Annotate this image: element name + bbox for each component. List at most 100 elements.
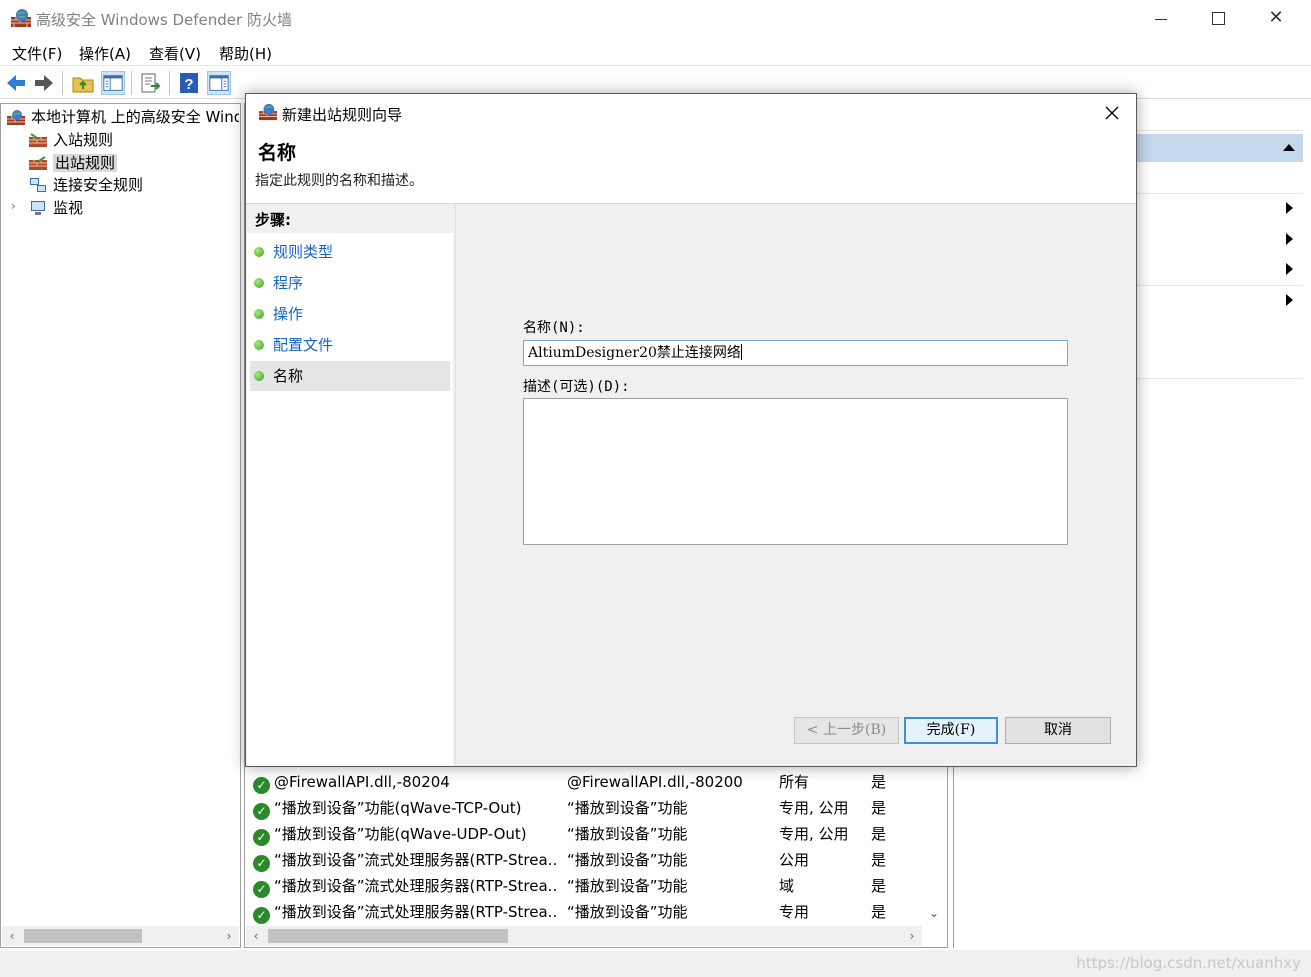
scroll-down-arrow-icon[interactable]: ⌄ (926, 906, 942, 922)
actions-section-header[interactable] (1137, 134, 1303, 162)
rule-profile: 专用, 公用 (779, 799, 849, 817)
table-row[interactable]: ✓ “播放到设备”功能(qWave-UDP-Out) “播放到设备”功能 专用, … (253, 821, 933, 847)
enabled-check-icon: ✓ (253, 829, 270, 846)
firewall-app-icon (259, 103, 277, 121)
help-icon[interactable]: ? (177, 71, 201, 95)
step-bullet-icon (254, 340, 264, 350)
scroll-right-arrow-icon[interactable]: › (902, 926, 922, 946)
firewall-app-icon (11, 9, 31, 27)
menu-help[interactable]: 帮助(H) (219, 43, 272, 64)
console-tree-icon[interactable] (101, 71, 125, 95)
tree-item-label: 出站规则 (53, 154, 118, 172)
scroll-left-arrow-icon[interactable]: ‹ (2, 926, 22, 946)
rule-name: “播放到设备”流式处理服务器(RTP-Strea... (274, 903, 558, 921)
enabled-check-icon: ✓ (253, 803, 270, 820)
close-button[interactable]: ✕ (1247, 0, 1305, 38)
submenu-arrow-icon[interactable] (1286, 202, 1293, 214)
step-profile[interactable]: 配置文件 (250, 330, 450, 360)
monitoring-icon (31, 201, 45, 215)
submenu-arrow-icon[interactable] (1286, 294, 1293, 306)
table-row[interactable]: ✓ “播放到设备”流式处理服务器(RTP-Strea... “播放到设备”功能 公… (253, 847, 933, 873)
rule-description-textarea[interactable] (523, 398, 1068, 545)
step-label: 操作 (273, 305, 304, 323)
tree-item-outbound[interactable]: 出站规则 (29, 152, 118, 174)
tree-item-connection-security[interactable]: 连接安全规则 (29, 174, 143, 196)
up-folder-icon[interactable] (71, 71, 95, 95)
table-row[interactable]: ✓ “播放到设备”流式处理服务器(RTP-Strea... “播放到设备”功能 专… (253, 899, 933, 925)
back-button[interactable]: < 上一步(B) (794, 717, 899, 744)
tree-horizontal-scrollbar[interactable]: ‹ › (2, 926, 239, 946)
firewall-icon (7, 110, 25, 125)
table-row[interactable]: ✓ @FirewallAPI.dll,-80204 @FirewallAPI.dl… (253, 769, 933, 795)
finish-button[interactable]: 完成(F) (904, 717, 998, 744)
watermark: https://blog.csdn.net/xuanhxy (1076, 954, 1301, 972)
step-program[interactable]: 程序 (250, 268, 450, 298)
expand-chevron-icon[interactable]: › (11, 199, 16, 213)
enabled-check-icon: ✓ (253, 855, 270, 872)
tree-root[interactable]: 本地计算机 上的高级安全 Windows Defender 防火墙 (7, 106, 239, 128)
step-bullet-icon (254, 247, 264, 257)
step-rule-type[interactable]: 规则类型 (250, 237, 450, 267)
menu-view[interactable]: 查看(V) (149, 43, 201, 64)
dialog-close-icon[interactable] (1102, 103, 1122, 123)
action-pane-icon[interactable] (207, 71, 231, 95)
rule-name-value: AltiumDesigner20禁止连接网络 (528, 345, 741, 361)
actions-divider (1137, 378, 1303, 379)
step-name: 名称 (250, 361, 450, 391)
rule-name: “播放到设备”流式处理服务器(RTP-Strea... (274, 851, 558, 869)
rule-name: “播放到设备”流式处理服务器(RTP-Strea... (274, 877, 558, 895)
scroll-thumb[interactable] (24, 929, 142, 943)
enabled-check-icon: ✓ (253, 881, 270, 898)
dialog-title: 新建出站规则向导 (282, 106, 403, 124)
window-title: 高级安全 Windows Defender 防火墙 (36, 11, 292, 29)
submenu-arrow-icon[interactable] (1286, 263, 1293, 275)
list-horizontal-scrollbar[interactable]: ‹ › (246, 926, 922, 946)
submenu-arrow-icon[interactable] (1286, 233, 1293, 245)
rule-group: “播放到设备”功能 (567, 825, 688, 843)
title-bar: 高级安全 Windows Defender 防火墙 ✕ (0, 0, 1311, 38)
rule-name-input[interactable]: AltiumDesigner20禁止连接网络 (523, 340, 1068, 366)
table-row[interactable]: ✓ “播放到设备”功能(qWave-TCP-Out) “播放到设备”功能 专用, … (253, 795, 933, 821)
actions-divider (1137, 285, 1303, 286)
rule-enabled: 是 (871, 877, 887, 895)
scroll-thumb[interactable] (268, 929, 508, 943)
steps-panel: 步骤: 规则类型 程序 操作 配置文件 名称 (247, 205, 453, 766)
step-label: 名称 (273, 367, 304, 385)
menu-file[interactable]: 文件(F) (12, 43, 62, 64)
page-description: 指定此规则的名称和描述。 (255, 173, 423, 189)
steps-heading: 步骤: (247, 205, 453, 233)
rule-profile: 公用 (779, 851, 810, 869)
description-label: 描述(可选)(D): (523, 379, 630, 395)
connection-security-icon (30, 178, 46, 192)
minimize-button[interactable] (1131, 0, 1189, 38)
tree-item-inbound[interactable]: 入站规则 (29, 129, 113, 151)
rule-enabled: 是 (871, 851, 887, 869)
cancel-button[interactable]: 取消 (1005, 717, 1111, 744)
rule-name: “播放到设备”功能(qWave-TCP-Out) (274, 799, 522, 817)
rule-profile: 所有 (779, 773, 810, 791)
menu-action[interactable]: 操作(A) (79, 43, 131, 64)
maximize-button[interactable] (1189, 0, 1247, 38)
actions-divider (1137, 193, 1303, 194)
tree-root-label: 本地计算机 上的高级安全 Windows Defender 防火墙 (31, 108, 239, 126)
svg-text:?: ? (184, 76, 193, 93)
forward-arrow-icon[interactable] (32, 71, 56, 95)
export-list-icon[interactable] (139, 71, 163, 95)
tree-item-label: 监视 (53, 199, 84, 217)
dialog-header: 名称 指定此规则的名称和描述。 (246, 132, 1136, 204)
toolbar-separator (62, 71, 63, 95)
dialog-title-bar: 新建出站规则向导 (246, 94, 1136, 132)
step-bullet-icon (254, 278, 264, 288)
scroll-left-arrow-icon[interactable]: ‹ (246, 926, 266, 946)
step-bullet-icon (254, 309, 264, 319)
inbound-rules-icon (29, 133, 47, 147)
table-row[interactable]: ✓ “播放到设备”流式处理服务器(RTP-Strea... “播放到设备”功能 域… (253, 873, 933, 899)
tree-item-label: 连接安全规则 (53, 176, 144, 194)
actions-divider (1137, 130, 1303, 131)
scroll-right-arrow-icon[interactable]: › (219, 926, 239, 946)
tree-item-monitoring[interactable]: 监视 (29, 197, 83, 219)
step-bullet-icon (254, 371, 264, 381)
step-action[interactable]: 操作 (250, 299, 450, 329)
back-arrow-icon[interactable] (4, 71, 28, 95)
rule-enabled: 是 (871, 773, 887, 791)
